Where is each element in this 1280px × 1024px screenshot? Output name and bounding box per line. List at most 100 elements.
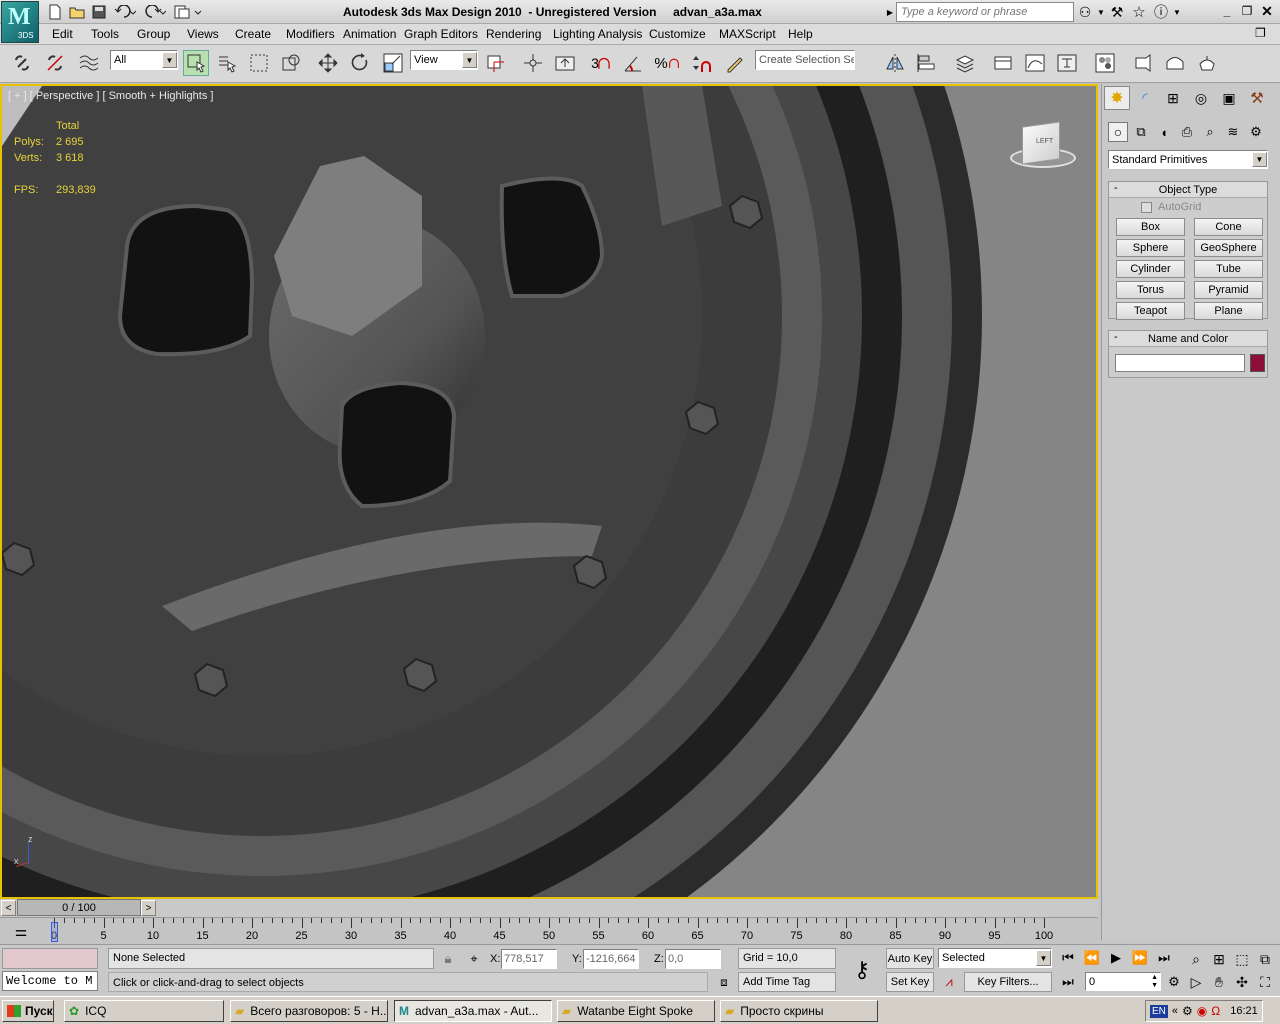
default-tangents-icon[interactable]: ⩘ [938, 972, 960, 992]
viewcube[interactable]: LEFT [1004, 120, 1080, 172]
lights-category-icon[interactable]: ◖ [1154, 122, 1174, 142]
collapse-icon[interactable]: - [1114, 331, 1118, 343]
autogrid-checkbox[interactable] [1141, 201, 1152, 213]
menu-maxscript[interactable]: MAXScript [719, 27, 776, 41]
antivirus-icon[interactable]: ◉ [1197, 1004, 1207, 1018]
language-indicator[interactable]: EN [1150, 1004, 1168, 1018]
rotate-icon[interactable] [347, 50, 373, 76]
zoom-extents-all-icon[interactable]: ⧉ [1255, 949, 1275, 969]
project-folder-icon[interactable] [172, 3, 204, 21]
time-slider-thumb[interactable]: 0 / 100 [17, 899, 141, 916]
next-frame-icon[interactable]: > [141, 900, 156, 916]
zoom-all-icon[interactable]: ⊞ [1209, 949, 1229, 969]
play-icon[interactable]: ▶ [1106, 949, 1126, 967]
hierarchy-tab-icon[interactable]: ⊞ [1160, 86, 1186, 110]
tray-expand-icon[interactable]: « [1172, 1005, 1178, 1017]
communication-center-icon[interactable]: ⚒ [1106, 2, 1128, 22]
field-of-view-icon[interactable]: ▷ [1186, 972, 1206, 992]
key-mode-dropdown[interactable]: Selected ▼ [938, 948, 1052, 968]
perspective-viewport[interactable]: [ + ] [ Perspective ] [ Smooth + Highlig… [0, 84, 1098, 899]
menu-tools[interactable]: Tools [91, 27, 119, 41]
rendered-frame-window-icon[interactable] [1162, 50, 1188, 76]
undo-icon[interactable] [112, 3, 138, 21]
select-by-name-icon[interactable] [214, 50, 240, 76]
previous-frame-icon[interactable]: ⏪ [1082, 949, 1102, 967]
menu-customize[interactable]: Customize [649, 27, 706, 41]
start-button[interactable]: Пуск [2, 1000, 54, 1022]
minimize-icon[interactable]: _ [1218, 3, 1236, 19]
current-frame-field[interactable]: 0 ▲ ▼ [1085, 972, 1161, 991]
time-slider[interactable]: < 0 / 100 > [0, 899, 1098, 917]
menu-lighting-analysis[interactable]: Lighting Analysis [553, 27, 642, 41]
primitive-type-dropdown[interactable]: Standard Primitives ▼ [1108, 150, 1268, 169]
select-manipulate-icon[interactable] [520, 50, 546, 76]
render-production-icon[interactable] [1194, 50, 1220, 76]
taskbar-item-folder-screens[interactable]: ▰ Просто скрины [720, 1000, 878, 1022]
menu-rendering[interactable]: Rendering [486, 27, 541, 41]
scale-icon[interactable] [380, 50, 406, 76]
spinner-icon[interactable]: ▲ ▼ [1151, 974, 1160, 990]
key-mode-toggle-icon[interactable]: ⏭ [1058, 973, 1078, 991]
zoom-icon[interactable]: ⌕ [1186, 949, 1206, 969]
auto-key-button[interactable]: Auto Key [886, 948, 934, 969]
favorites-star-icon[interactable]: ☆ [1128, 2, 1150, 22]
time-configuration-icon[interactable]: ⚙ [1164, 972, 1184, 992]
schematic-view-icon[interactable] [1054, 50, 1080, 76]
add-time-tag-button[interactable]: Add Time Tag [738, 972, 836, 992]
help-icon[interactable]: ⓘ [1150, 2, 1172, 22]
utilities-tab-icon[interactable]: ⚒ [1244, 86, 1270, 110]
previous-frame-icon[interactable]: < [1, 900, 16, 916]
search-expand-icon[interactable]: ▶ [884, 2, 896, 22]
rectangular-selection-icon[interactable] [246, 50, 272, 76]
binoculars-icon[interactable]: ⚇ [1074, 2, 1096, 22]
systems-category-icon[interactable]: ⚙ [1246, 122, 1266, 142]
torus-button[interactable]: Torus [1116, 281, 1185, 299]
taskbar-item-3dsmax[interactable]: M advan_a3a.max - Aut... [394, 1000, 552, 1022]
display-tab-icon[interactable]: ▣ [1216, 86, 1242, 110]
material-editor-icon[interactable] [1092, 50, 1118, 76]
helpers-category-icon[interactable]: ⌕ [1200, 122, 1220, 142]
keyboard-shortcut-override-icon[interactable] [552, 50, 578, 76]
select-object-icon[interactable] [183, 50, 209, 76]
window-crossing-icon[interactable] [278, 50, 304, 76]
menu-graph-editors[interactable]: Graph Editors [404, 27, 478, 41]
teapot-button[interactable]: Teapot [1116, 302, 1185, 320]
menu-help[interactable]: Help [788, 27, 813, 41]
menu-group[interactable]: Group [137, 27, 170, 41]
object-color-swatch[interactable] [1250, 354, 1265, 372]
window-restore-icon[interactable]: ❐ [1255, 26, 1266, 40]
object-name-input[interactable] [1115, 354, 1245, 372]
close-icon[interactable]: ✕ [1258, 3, 1276, 19]
taskbar-item-chat[interactable]: ▰ Всего разговоров: 5 - H... [230, 1000, 388, 1022]
motion-tab-icon[interactable]: ◎ [1188, 86, 1214, 110]
menu-create[interactable]: Create [235, 27, 271, 41]
maxscript-mini-listener[interactable]: Welcome to M [2, 971, 98, 991]
open-file-icon[interactable] [68, 3, 86, 21]
search-input[interactable] [896, 2, 1074, 22]
pan-view-icon[interactable]: ✋︎ [1209, 972, 1229, 992]
bind-space-warp-icon[interactable] [76, 50, 102, 76]
modify-tab-icon[interactable]: ◜ [1132, 86, 1158, 110]
space-warps-category-icon[interactable]: ≋ [1223, 122, 1243, 142]
sphere-button[interactable]: Sphere [1116, 239, 1185, 257]
y-coordinate-field[interactable]: -1216,664 [583, 949, 639, 969]
menu-modifiers[interactable]: Modifiers [286, 27, 335, 41]
collapse-icon[interactable]: - [1114, 182, 1118, 194]
track-bar[interactable]: ⚌ 0 5 10 15 20 25 30 35 40 45 50 55 60 65 70 75 80 85 90 95… [0, 917, 1098, 944]
open-mini-curve-editor-icon[interactable]: ⚌ [10, 922, 32, 940]
layer-manager-icon[interactable] [952, 50, 978, 76]
go-to-end-icon[interactable]: ⏭ [1154, 949, 1174, 967]
key-filters-button[interactable]: Key Filters... [964, 972, 1052, 992]
chevron-down-icon[interactable]: ▼ [1096, 2, 1106, 22]
redo-icon[interactable] [142, 3, 168, 21]
angle-snap-icon[interactable] [620, 50, 646, 76]
restore-icon[interactable]: ❐ [1238, 3, 1256, 19]
selection-set-input[interactable]: Create Selection Se [755, 50, 855, 70]
snaps-toggle-icon[interactable]: 3 [588, 50, 614, 76]
box-button[interactable]: Box [1116, 218, 1185, 236]
tray-app-icon[interactable]: Ω [1211, 1004, 1220, 1018]
network-icon[interactable]: ⚙ [1182, 1004, 1193, 1018]
save-icon[interactable] [90, 3, 108, 21]
pivot-center-icon[interactable] [482, 50, 508, 76]
geosphere-button[interactable]: GeoSphere [1194, 239, 1263, 257]
